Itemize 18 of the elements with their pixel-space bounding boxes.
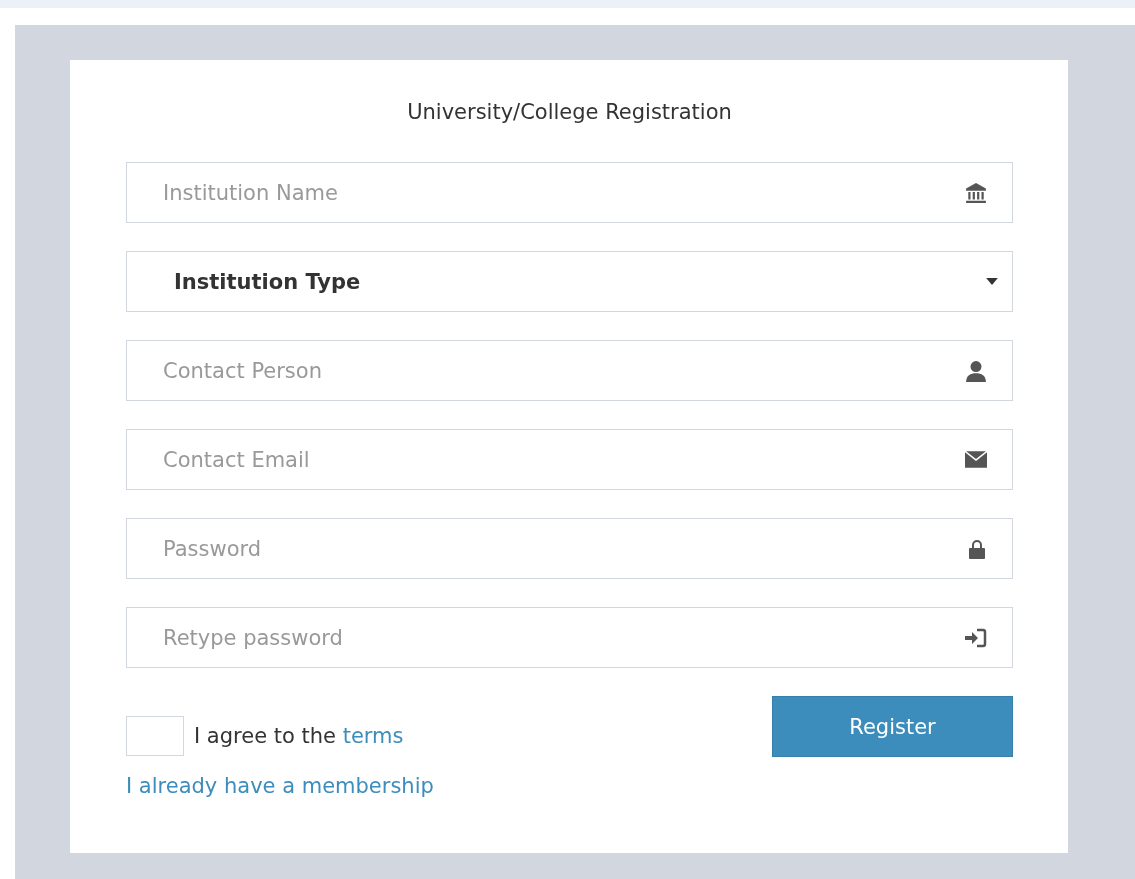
caret-icon xyxy=(986,278,998,285)
sign-in-icon xyxy=(965,627,987,648)
membership-link[interactable]: I already have a membership xyxy=(126,774,434,798)
input-field[interactable]: Institution Name xyxy=(126,162,1013,223)
user-icon xyxy=(965,359,987,382)
agree-label: I agree to the terms xyxy=(194,724,404,748)
bank-icon xyxy=(965,181,987,204)
form-title: University/College Registration xyxy=(406,100,733,124)
terms-link[interactable]: terms xyxy=(342,724,404,748)
input-field[interactable]: Password xyxy=(126,518,1013,579)
input-field[interactable]: Retype password xyxy=(126,607,1013,668)
input-field[interactable]: Contact Person xyxy=(126,340,1013,401)
input-field[interactable]: Contact Email xyxy=(126,429,1013,490)
institution-type-select[interactable]: Institution Type xyxy=(126,251,1013,312)
lock-icon xyxy=(967,538,987,559)
envelope-icon xyxy=(965,450,987,469)
agree-checkbox[interactable] xyxy=(126,716,184,756)
register-button[interactable]: Register xyxy=(772,696,1013,757)
